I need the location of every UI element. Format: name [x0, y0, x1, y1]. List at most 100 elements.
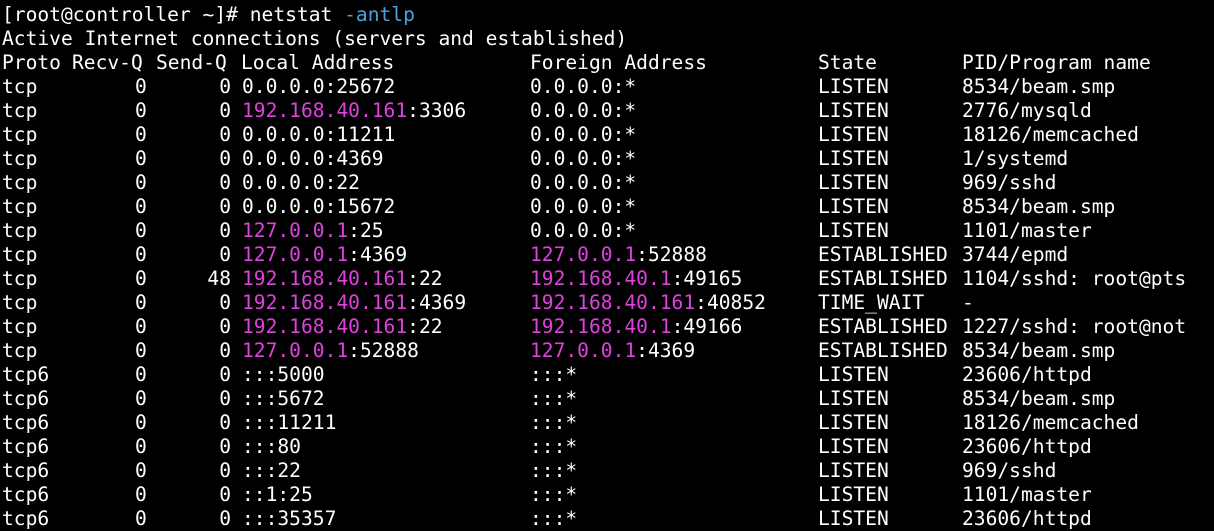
cell-state: ESTABLISHED — [818, 267, 948, 290]
cell-foreign-address: 192.168.40.1:49166 — [530, 315, 742, 339]
cell-local-address: 192.168.40.161:4369 — [242, 291, 466, 315]
cell-pid-program: 2776/mysqld — [962, 99, 1092, 122]
cell-proto: tcp — [2, 75, 38, 98]
cell-pid-program: 8534/beam.smp — [962, 387, 1116, 410]
cell-pid-program: 18126/memcached — [962, 411, 1139, 434]
cell-state: LISTEN — [818, 387, 889, 410]
cell-local-address: 0.0.0.0:25672 — [242, 75, 395, 99]
local-ip: 192.168.40.161 — [242, 267, 408, 290]
table-row: tcp 0 0 0.0.0.0:4369 0.0.0.0:* LISTEN 1/system… — [2, 147, 1212, 171]
cell-pid-program: - — [962, 291, 974, 314]
cell-state: LISTEN — [818, 507, 889, 530]
cell-proto: tcp — [2, 339, 38, 362]
table-row: tcp6 0 0::1:25:::* LISTEN 1101/master — [2, 483, 1212, 507]
cell-state: ESTABLISHED — [818, 315, 948, 338]
local-port: :22 — [407, 267, 443, 290]
cell-foreign-address: 0.0.0.0:* — [530, 75, 636, 99]
cell-proto: tcp6 — [2, 387, 50, 410]
cell-foreign-address: 0.0.0.0:* — [530, 219, 636, 243]
cell-state: LISTEN — [818, 147, 889, 170]
foreign-port: :::* — [530, 411, 578, 434]
cell-pid-program: 969/sshd — [962, 459, 1057, 482]
prompt-text: [root@controller ~]# — [2, 3, 250, 26]
foreign-port: :49166 — [671, 315, 743, 338]
local-port: :::5672 — [242, 387, 325, 410]
foreign-port: :::* — [530, 387, 578, 410]
cell-proto: tcp6 — [2, 411, 50, 434]
cell-recvq: 0 — [135, 483, 147, 506]
cell-local-address: 192.168.40.161:22 — [242, 267, 443, 291]
cell-foreign-address: 192.168.40.161:40852 — [530, 291, 766, 315]
foreign-port: :::* — [530, 483, 578, 506]
cell-local-address: :::11211 — [242, 411, 336, 435]
header-state: State — [818, 51, 877, 74]
cell-pid-program: 1101/master — [962, 483, 1092, 506]
cell-recvq: 0 — [135, 243, 147, 266]
local-port: :::80 — [242, 435, 301, 458]
cell-foreign-address: :::* — [530, 387, 577, 411]
cell-sendq: 0 — [219, 435, 231, 458]
cell-foreign-address: 127.0.0.1:4369 — [530, 339, 695, 363]
table-row: tcp6 0 0:::5672:::* LISTEN 8534/beam.smp — [2, 387, 1212, 411]
table-row: tcp 0 0 0.0.0.0:22 0.0.0.0:* LISTEN 969/sshd — [2, 171, 1212, 195]
cell-pid-program: 18126/memcached — [962, 123, 1139, 146]
table-row: tcp6 0 0:::80:::* LISTEN 23606/httpd — [2, 435, 1212, 459]
foreign-port: 0.0.0.0:* — [530, 147, 637, 170]
cell-proto: tcp — [2, 243, 38, 266]
cell-local-address: 127.0.0.1:52888 — [242, 339, 419, 363]
foreign-port: :52888 — [636, 243, 707, 266]
cell-foreign-address: :::* — [530, 459, 577, 483]
cell-foreign-address: :::* — [530, 411, 577, 435]
foreign-port: :49165 — [671, 267, 743, 290]
cell-recvq: 0 — [135, 411, 147, 434]
cell-proto: tcp — [2, 99, 38, 122]
local-ip: 192.168.40.161 — [242, 315, 408, 338]
cell-proto: tcp6 — [2, 363, 50, 386]
cell-local-address: :::22 — [242, 459, 301, 483]
cell-state: LISTEN — [818, 363, 889, 386]
cell-sendq: 0 — [219, 339, 231, 362]
cell-recvq: 0 — [135, 147, 147, 170]
table-row: tcp6 0 0:::22:::* LISTEN 969/sshd — [2, 459, 1212, 483]
foreign-port: :::* — [530, 363, 578, 386]
terminal-window[interactable]: [root@controller ~]# netstat -antlp Acti… — [0, 0, 1214, 531]
cell-sendq: 0 — [219, 483, 231, 506]
cell-state: LISTEN — [818, 459, 889, 482]
cell-proto: tcp — [2, 267, 38, 290]
local-ip: 192.168.40.161 — [242, 99, 408, 122]
local-ip: 127.0.0.1 — [242, 339, 349, 362]
cell-state: LISTEN — [818, 435, 889, 458]
cell-foreign-address: 0.0.0.0:* — [530, 171, 636, 195]
cell-recvq: 0 — [135, 435, 147, 458]
cell-foreign-address: 127.0.0.1:52888 — [530, 243, 707, 267]
cell-state: ESTABLISHED — [818, 243, 948, 266]
cell-foreign-address: 192.168.40.1:49165 — [530, 267, 742, 291]
cell-recvq: 0 — [135, 171, 147, 194]
header-sendq: Send-Q — [156, 51, 227, 74]
foreign-port: 0.0.0.0:* — [530, 219, 637, 242]
cell-proto: tcp — [2, 147, 38, 170]
header-foreign-address: Foreign Address — [530, 51, 707, 74]
cell-pid-program: 1227/sshd: root@not — [962, 315, 1187, 338]
cell-proto: tcp — [2, 195, 38, 218]
cell-sendq: 0 — [219, 459, 231, 482]
cell-sendq: 0 — [219, 291, 231, 314]
cell-sendq: 0 — [219, 123, 231, 146]
local-port: :4369 — [348, 243, 408, 266]
cell-proto: tcp — [2, 171, 38, 194]
table-row: tcp6 0 0:::35357:::* LISTEN 23606/httpd — [2, 507, 1212, 531]
cell-sendq: 0 — [219, 171, 231, 194]
cell-local-address: 192.168.40.161:22 — [242, 315, 443, 339]
cell-foreign-address: :::* — [530, 363, 577, 387]
local-ip: 127.0.0.1 — [242, 243, 349, 266]
foreign-port: :::* — [530, 435, 578, 458]
cell-recvq: 0 — [135, 99, 147, 122]
table-row: tcp 0 0 192.168.40.161:4369 192.168.40.161:4… — [2, 291, 1212, 315]
local-port: 0.0.0.0:15672 — [242, 195, 396, 218]
cell-recvq: 0 — [135, 195, 147, 218]
cell-sendq: 0 — [219, 99, 231, 122]
cell-foreign-address: 0.0.0.0:* — [530, 147, 636, 171]
cell-local-address: 0.0.0.0:11211 — [242, 123, 395, 147]
cell-pid-program: 1/systemd — [962, 147, 1069, 170]
local-port: :::5000 — [242, 363, 325, 386]
